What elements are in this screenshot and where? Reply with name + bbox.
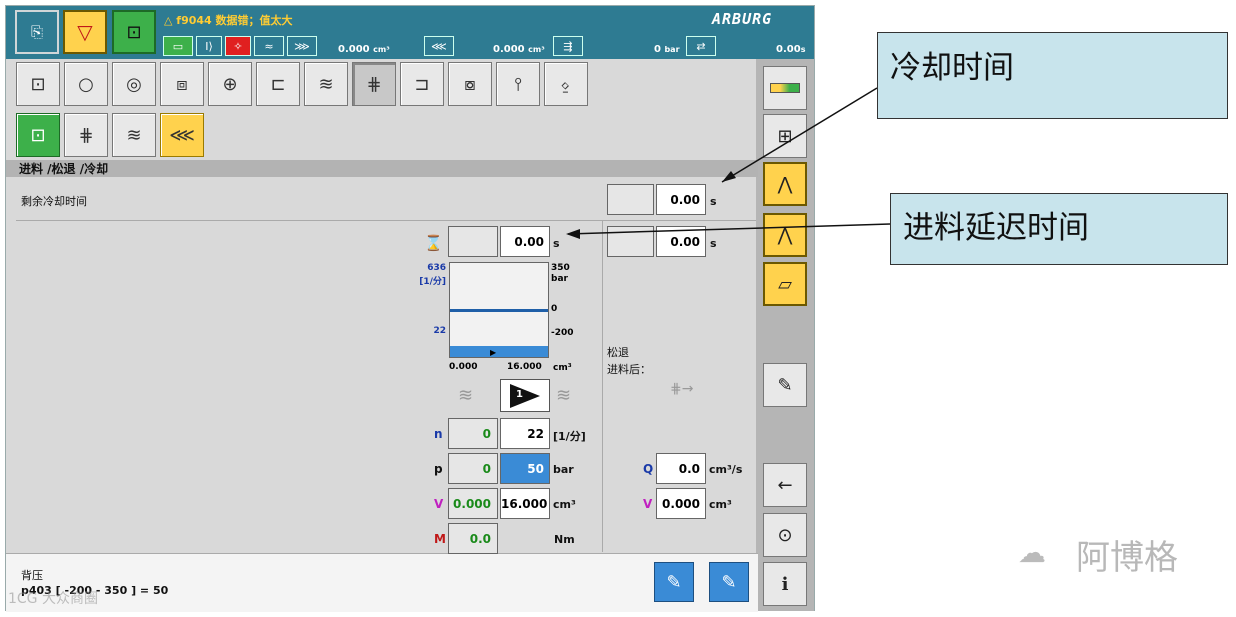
callout-cooling-time: 冷却时间 xyxy=(877,32,1228,119)
watermark: 阿博格 xyxy=(1076,538,1178,578)
callout-feed-delay: 进料延迟时间 xyxy=(890,193,1228,265)
watermark-small: 1CG 大众商圈 xyxy=(8,591,98,607)
wechat-icon: ☁ xyxy=(1018,536,1046,569)
